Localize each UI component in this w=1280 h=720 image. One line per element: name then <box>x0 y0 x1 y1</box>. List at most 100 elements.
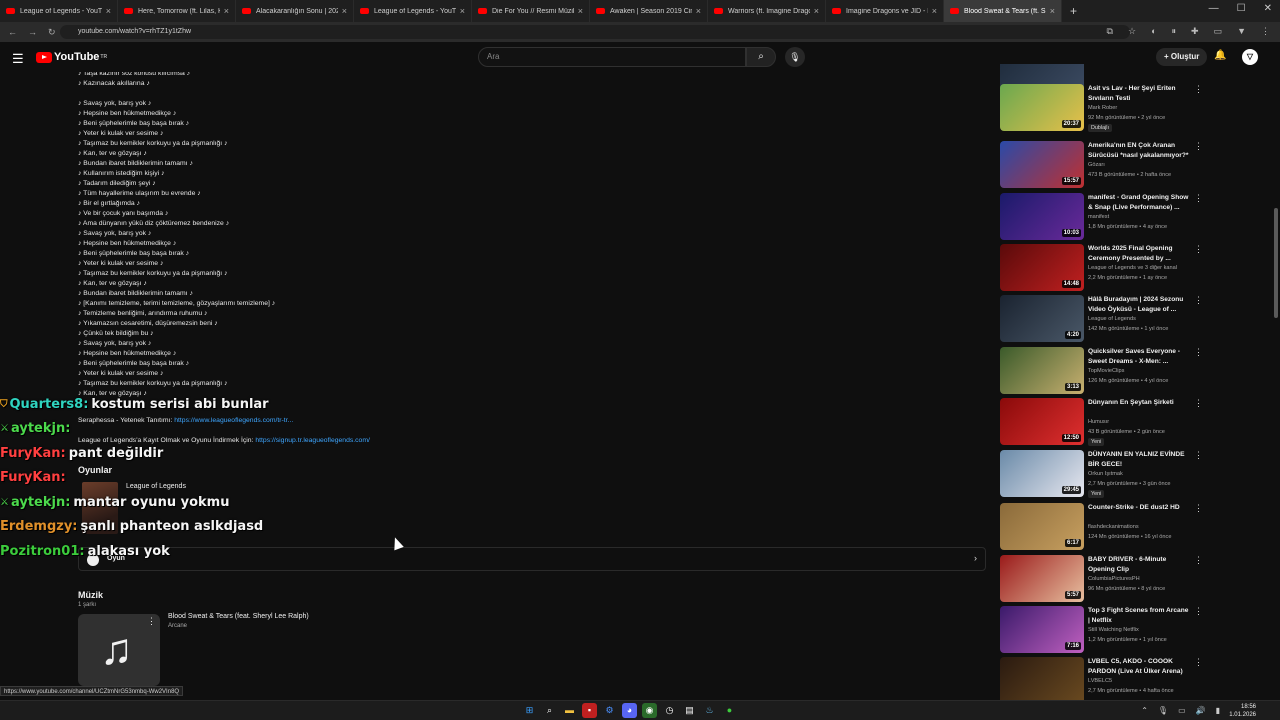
puzzle-icon[interactable]: ✚ <box>1191 26 1199 37</box>
search-input[interactable]: Ara <box>478 47 746 67</box>
install-icon[interactable]: ⧉ <box>1107 26 1113 37</box>
video-thumbnail[interactable]: 5:57 <box>1000 555 1084 602</box>
more-options-icon[interactable]: ⋮ <box>1194 84 1203 95</box>
recommended-video[interactable]: 29:45 DÜNYANIN EN YALNIZ EVİNDE BİR GECE!… <box>1000 450 1272 500</box>
scrollbar-thumb[interactable] <box>1274 208 1278 318</box>
channel-name[interactable]: TopMovieClips <box>1088 368 1124 374</box>
more-options-icon[interactable]: ⋮ <box>1194 141 1203 152</box>
chrome-icon[interactable]: ◉ <box>642 703 657 718</box>
browser-tab[interactable]: Die For You // Resmi Müzik Vid × <box>472 0 590 22</box>
video-title[interactable]: Asit vs Lav - Her Şeyi Eriten Sıvıların … <box>1088 84 1192 104</box>
browser-tab[interactable]: Alacakaranlığın Sonu | 2025 S × <box>236 0 354 22</box>
reload-icon[interactable]: ↻ <box>48 27 56 38</box>
video-title[interactable]: Quicksilver Saves Everyone - Sweet Dream… <box>1088 347 1192 367</box>
song-artist[interactable]: Arcane <box>168 623 187 629</box>
taskbar-clock[interactable]: 18:56 1.01.2026 <box>1229 703 1256 719</box>
battery-icon[interactable]: ▮ <box>1216 706 1220 715</box>
chevron-up-icon[interactable]: ⌃ <box>1141 706 1148 715</box>
steam-icon[interactable]: ♨ <box>702 703 717 718</box>
video-thumbnail[interactable]: 20:37 <box>1000 84 1084 131</box>
channel-name[interactable]: Orkun Işıtmak <box>1088 471 1123 477</box>
video-title[interactable]: Top 3 Fight Scenes from Arcane | Netflix <box>1088 606 1192 626</box>
recommended-video[interactable]: 14:48 Worlds 2025 Final Opening Ceremony … <box>1000 244 1272 294</box>
voice-search-button[interactable]: 🎙 <box>785 47 805 67</box>
video-thumbnail[interactable]: 15:57 <box>1000 141 1084 188</box>
clock-app-icon[interactable]: ◷ <box>662 703 677 718</box>
video-thumbnail[interactable]: 29:45 <box>1000 450 1084 497</box>
video-title[interactable]: Worlds 2025 Final Opening Ceremony Prese… <box>1088 244 1192 264</box>
channel-name[interactable]: flashdeckanimations <box>1088 524 1139 530</box>
recommended-video[interactable]: 7:16 Top 3 Fight Scenes from Arcane | Net… <box>1000 606 1272 656</box>
recommended-video[interactable]: 10:03 manifest - Grand Opening Show & Sna… <box>1000 193 1272 243</box>
more-options-icon[interactable]: ⋮ <box>1194 295 1203 306</box>
video-title[interactable]: Counter-Strike - DE dust2 HD <box>1088 503 1192 513</box>
video-title[interactable]: Dünyanın En Şeytan Şirketi <box>1088 398 1192 408</box>
recommended-video[interactable]: 5:57 BABY DRIVER - 6-Minute Opening Clip C… <box>1000 555 1272 605</box>
maximize-icon[interactable]: ☐ <box>1237 3 1246 14</box>
video-thumbnail[interactable]: 12:50 <box>1000 398 1084 445</box>
discord-icon[interactable]: ◕ <box>622 703 637 718</box>
recommended-video[interactable]: 20:37 Asit vs Lav - Her Şeyi Eriten Sıvıl… <box>1000 84 1272 134</box>
close-tab-icon[interactable]: × <box>578 6 583 16</box>
start-icon[interactable]: ⊞ <box>522 703 537 718</box>
channel-name[interactable]: Humusır <box>1088 419 1109 425</box>
minimize-icon[interactable]: — <box>1209 3 1219 14</box>
more-options-icon[interactable]: ⋮ <box>1194 244 1203 255</box>
video-thumbnail[interactable]: 7:16 <box>1000 606 1084 653</box>
channel-name[interactable]: LVBELC5 <box>1088 678 1112 684</box>
channel-name[interactable]: Mark Rober <box>1088 105 1117 111</box>
close-tab-icon[interactable]: × <box>932 6 937 16</box>
forward-icon[interactable]: → <box>28 27 37 37</box>
close-tab-icon[interactable]: × <box>460 6 465 16</box>
search-button[interactable]: ⌕ <box>746 47 776 67</box>
recommended-video[interactable]: 3:13 Quicksilver Saves Everyone - Sweet D… <box>1000 347 1272 397</box>
profile-icon[interactable]: ▼ <box>1237 26 1246 37</box>
browser-tab[interactable]: League of Legends - YouTube × <box>354 0 472 22</box>
url-field[interactable]: youtube.com/watch?v=rhTZ1y1tZhw <box>60 25 1130 39</box>
close-tab-icon[interactable]: × <box>342 6 347 16</box>
avatar[interactable]: ▽ <box>1242 49 1258 65</box>
close-tab-icon[interactable]: × <box>1050 6 1055 16</box>
close-tab-icon[interactable]: × <box>106 6 111 16</box>
recommended-video[interactable]: 15:57 Amerika'nın EN Çok Aranan Sürücüsü … <box>1000 141 1272 191</box>
music-card[interactable]: ♫ ⋮ <box>78 614 160 686</box>
settings-icon[interactable]: ⚙ <box>602 703 617 718</box>
more-options-icon[interactable]: ⋮ <box>1194 347 1203 358</box>
video-title[interactable]: BABY DRIVER - 6-Minute Opening Clip <box>1088 555 1192 575</box>
video-thumbnail[interactable]: 3:13 <box>1000 347 1084 394</box>
more-options-icon[interactable]: ⋮ <box>1194 193 1203 204</box>
song-title[interactable]: Blood Sweat & Tears (feat. Sheryl Lee Ra… <box>168 613 309 620</box>
pause-icon[interactable]: ⏸ <box>1172 26 1177 37</box>
video-thumbnail[interactable]: 4:20 <box>1000 295 1084 342</box>
sidebar-icon[interactable]: ▭ <box>1214 26 1223 37</box>
video-thumbnail[interactable]: 10:03 <box>1000 193 1084 240</box>
video-thumbnail[interactable]: 6:17 <box>1000 503 1084 550</box>
network-icon[interactable]: ▭ <box>1178 706 1186 715</box>
more-options-icon[interactable]: ⋮ <box>1194 555 1203 566</box>
close-tab-icon[interactable]: × <box>696 6 701 16</box>
browser-tab[interactable]: Here, Tomorrow (ft. Lilas, Kevin × <box>118 0 236 22</box>
browser-tab[interactable]: Warriors (ft. Imagine Dragons) | × <box>708 0 826 22</box>
video-title[interactable]: DÜNYANIN EN YALNIZ EVİNDE BİR GECE! <box>1088 450 1192 470</box>
file-explorer-icon[interactable]: ▬ <box>562 703 577 718</box>
new-tab-button[interactable]: + <box>1070 4 1077 18</box>
game-launcher-icon[interactable]: ▪ <box>582 703 597 718</box>
channel-name[interactable]: League of Legends ve 3 diğer kanal <box>1088 265 1177 271</box>
channel-name[interactable]: Gözarı <box>1088 162 1105 168</box>
mic-tray-icon[interactable]: 🎙 <box>1158 706 1168 715</box>
notifications-bell-icon[interactable]: 🔔 <box>1214 50 1226 61</box>
channel-name[interactable]: manifest <box>1088 214 1109 220</box>
browser-tab[interactable]: Imagine Dragons ve JID - Enem × <box>826 0 944 22</box>
video-thumbnail[interactable] <box>1000 657 1084 700</box>
recommended-video[interactable]: 4:20 Hâlâ Buradayım | 2024 Sezonu Video Ö… <box>1000 295 1272 345</box>
back-icon[interactable]: ← <box>8 27 17 37</box>
video-title[interactable]: manifest - Grand Opening Show & Snap (Li… <box>1088 193 1192 213</box>
channel-name[interactable]: ColumbiaPicturesPH <box>1088 576 1140 582</box>
more-options-icon[interactable]: ⋮ <box>147 616 156 627</box>
video-title[interactable]: Hâlâ Buradayım | 2024 Sezonu Video Öyküs… <box>1088 295 1192 315</box>
more-options-icon[interactable]: ⋮ <box>1194 503 1203 514</box>
video-title[interactable]: LVBEL C5, AKDO - COOOK PARDON (Live At Ü… <box>1088 657 1192 677</box>
close-window-icon[interactable]: ✕ <box>1264 3 1272 14</box>
video-thumbnail[interactable]: 14:48 <box>1000 244 1084 291</box>
extension-icon[interactable]: ◐ <box>1151 26 1156 37</box>
